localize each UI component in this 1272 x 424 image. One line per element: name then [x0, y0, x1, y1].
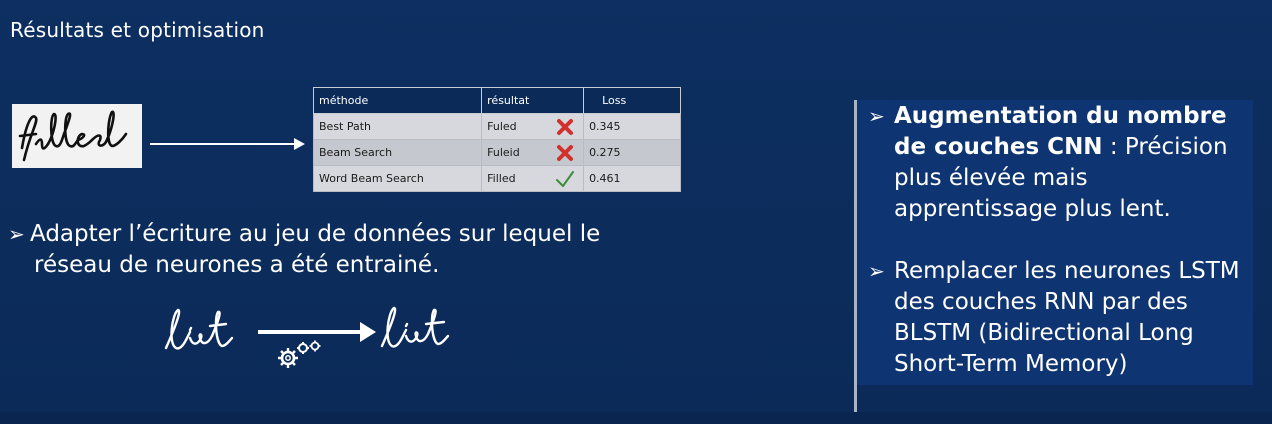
list-transformation-illustration: [160, 300, 480, 370]
cell-method: Word Beam Search: [312, 165, 483, 192]
cursive-list-after: [380, 306, 450, 348]
cell-result: Filled: [481, 165, 585, 192]
bullet-adapt-handwriting: ➢ Adapter l’écriture au jeu de données su…: [8, 219, 688, 281]
table-row: Best Path Fuled 0.345: [312, 113, 681, 140]
arrow-right-icon: [294, 138, 305, 150]
column-header-method: méthode: [312, 87, 483, 114]
cell-loss: 0.275: [583, 139, 681, 166]
bullet-text-line2: réseau de neurones a été entrainé.: [34, 252, 440, 278]
slide-bottom-edge: [0, 412, 1272, 424]
arrow-shaft: [258, 330, 362, 334]
column-header-result: résultat: [481, 87, 585, 114]
panel-item-blstm: ➢ Remplacer les neurones LSTM des couche…: [868, 256, 1248, 380]
cursive-list-before: [164, 308, 234, 350]
cell-result: Fuled: [481, 113, 585, 140]
red-x-icon: [557, 118, 574, 135]
cell-method: Beam Search: [312, 139, 483, 166]
panel-item-text: Augmentation du nombre de couches CNN : …: [868, 101, 1248, 225]
bullet-arrow-icon: ➢: [868, 104, 885, 128]
cell-result-text: Fuleid: [487, 146, 520, 159]
cell-loss: 0.345: [583, 113, 681, 140]
arrow-line: [150, 143, 296, 145]
bullet-arrow-icon: ➢: [8, 222, 25, 246]
cell-loss: 0.461: [583, 165, 681, 192]
cell-result-text: Fuled: [487, 120, 517, 133]
slide-title: Résultats et optimisation: [10, 18, 265, 42]
cell-result-text: Filled: [487, 172, 516, 185]
results-table: méthode résultat Loss Best Path Fuled 0.…: [312, 87, 681, 192]
column-header-loss: Loss: [583, 87, 681, 114]
arrow-right-icon: [360, 322, 376, 342]
panel-divider: [854, 100, 857, 415]
bullet-arrow-icon: ➢: [868, 259, 885, 283]
cell-method: Best Path: [312, 113, 483, 140]
panel-item-text: Remplacer les neurones LSTM des couches …: [894, 258, 1240, 377]
handwritten-filled-drawing: [18, 110, 128, 162]
green-check-icon: [556, 170, 575, 187]
bullet-text-line1: Adapter l’écriture au jeu de données sur…: [30, 221, 601, 247]
panel-item-cnn-layers: ➢ Augmentation du nombre de couches CNN …: [868, 101, 1248, 225]
red-x-icon: [557, 144, 574, 161]
handwriting-sample-image: [12, 104, 142, 168]
table-row: Word Beam Search Filled 0.461: [312, 165, 681, 192]
table-header-row: méthode résultat Loss: [312, 87, 681, 114]
gears-icon: [278, 340, 321, 368]
list-to-list-drawing: [164, 306, 450, 368]
table-row: Beam Search Fuleid 0.275: [312, 139, 681, 166]
cell-result: Fuleid: [481, 139, 585, 166]
